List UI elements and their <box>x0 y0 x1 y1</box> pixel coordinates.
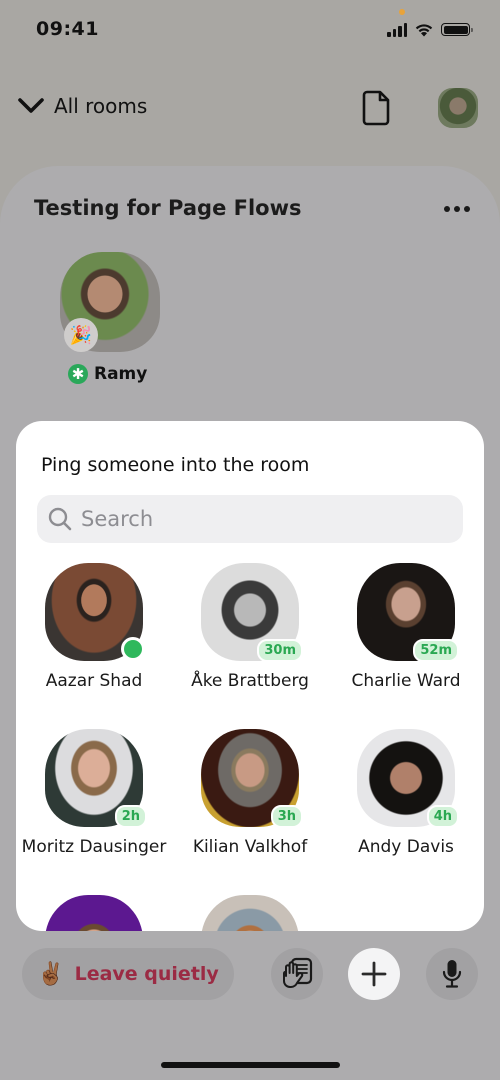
cellular-signal-icon <box>387 22 407 37</box>
search-input[interactable] <box>81 507 441 531</box>
person-avatar: 52m <box>357 563 459 662</box>
person-item[interactable] <box>16 895 172 931</box>
header: All rooms <box>0 86 500 132</box>
last-seen-badge: 4h <box>426 805 459 828</box>
participant-name-row: ✱ Ramy <box>68 364 147 384</box>
all-rooms-label: All rooms <box>54 94 148 118</box>
person-item[interactable]: 52m Charlie Ward <box>328 563 484 691</box>
person-avatar <box>45 563 145 661</box>
more-dot <box>454 206 460 212</box>
microphone-button[interactable] <box>426 948 478 1000</box>
more-dot <box>444 206 450 212</box>
person-item[interactable] <box>172 895 328 931</box>
person-avatar: 2h <box>45 729 147 828</box>
wifi-icon <box>415 24 433 37</box>
more-options-button[interactable] <box>444 206 470 212</box>
leave-quietly-label: Leave quietly <box>74 963 219 985</box>
last-seen-badge: 30m <box>257 639 303 662</box>
person-avatar: 30m <box>201 563 303 662</box>
person-avatar: 4h <box>357 729 459 828</box>
person-item[interactable]: Aazar Shad <box>16 563 172 691</box>
last-seen-badge: 52m <box>413 639 459 662</box>
home-indicator <box>161 1062 340 1068</box>
search-icon <box>48 507 72 531</box>
person-avatar <box>45 895 143 931</box>
last-seen-badge: 2h <box>114 805 147 828</box>
profile-avatar[interactable] <box>438 88 478 128</box>
person-name: Charlie Ward <box>351 671 461 691</box>
person-name: Moritz Dausinger <box>21 837 167 857</box>
chevron-down-icon <box>18 98 44 113</box>
person-avatar: 3h <box>201 729 303 828</box>
all-rooms-switcher[interactable]: All rooms <box>18 94 147 118</box>
battery-icon <box>441 23 473 36</box>
person-item[interactable]: 30m Åke Brattberg <box>172 563 328 691</box>
person-name: Aazar Shad <box>45 671 143 691</box>
person-avatar <box>201 895 299 931</box>
add-button[interactable] <box>348 948 400 1000</box>
person-name: Kilian Valkhof <box>192 837 308 857</box>
document-icon[interactable] <box>362 90 392 126</box>
raise-hand-notes-button[interactable] <box>271 948 323 1000</box>
person-item[interactable]: 3h Kilian Valkhof <box>172 729 328 857</box>
room-title: Testing for Page Flows <box>34 196 302 220</box>
online-status-dot <box>121 637 145 661</box>
last-seen-badge: 3h <box>270 805 303 828</box>
party-popper-icon: 🎉 <box>64 318 98 352</box>
asterisk-badge-icon: ✱ <box>68 364 88 384</box>
victory-hand-icon: ✌🏾 <box>37 961 65 987</box>
search-box[interactable] <box>37 495 463 543</box>
status-icons <box>387 22 473 37</box>
ping-sheet: Ping someone into the room Aazar Shad 30… <box>16 421 484 931</box>
privacy-indicator-dot <box>399 9 405 15</box>
plus-icon <box>361 961 387 987</box>
status-bar: 09:41 <box>0 0 500 60</box>
person-item[interactable]: 2h Moritz Dausinger <box>16 729 172 857</box>
more-dot <box>464 206 470 212</box>
ping-sheet-title: Ping someone into the room <box>41 454 310 476</box>
person-name: Andy Davis <box>358 837 454 857</box>
person-item[interactable]: 4h Andy Davis <box>328 729 484 857</box>
status-time: 09:41 <box>36 18 99 40</box>
leave-quietly-button[interactable]: ✌🏾 Leave quietly <box>22 948 234 1000</box>
raised-hand-notes-icon <box>283 957 313 988</box>
microphone-icon <box>442 960 462 988</box>
person-name: Åke Brattberg <box>191 671 309 691</box>
room-participant[interactable]: 🎉 ✱ Ramy <box>60 252 160 384</box>
participant-name: Ramy <box>94 364 148 384</box>
